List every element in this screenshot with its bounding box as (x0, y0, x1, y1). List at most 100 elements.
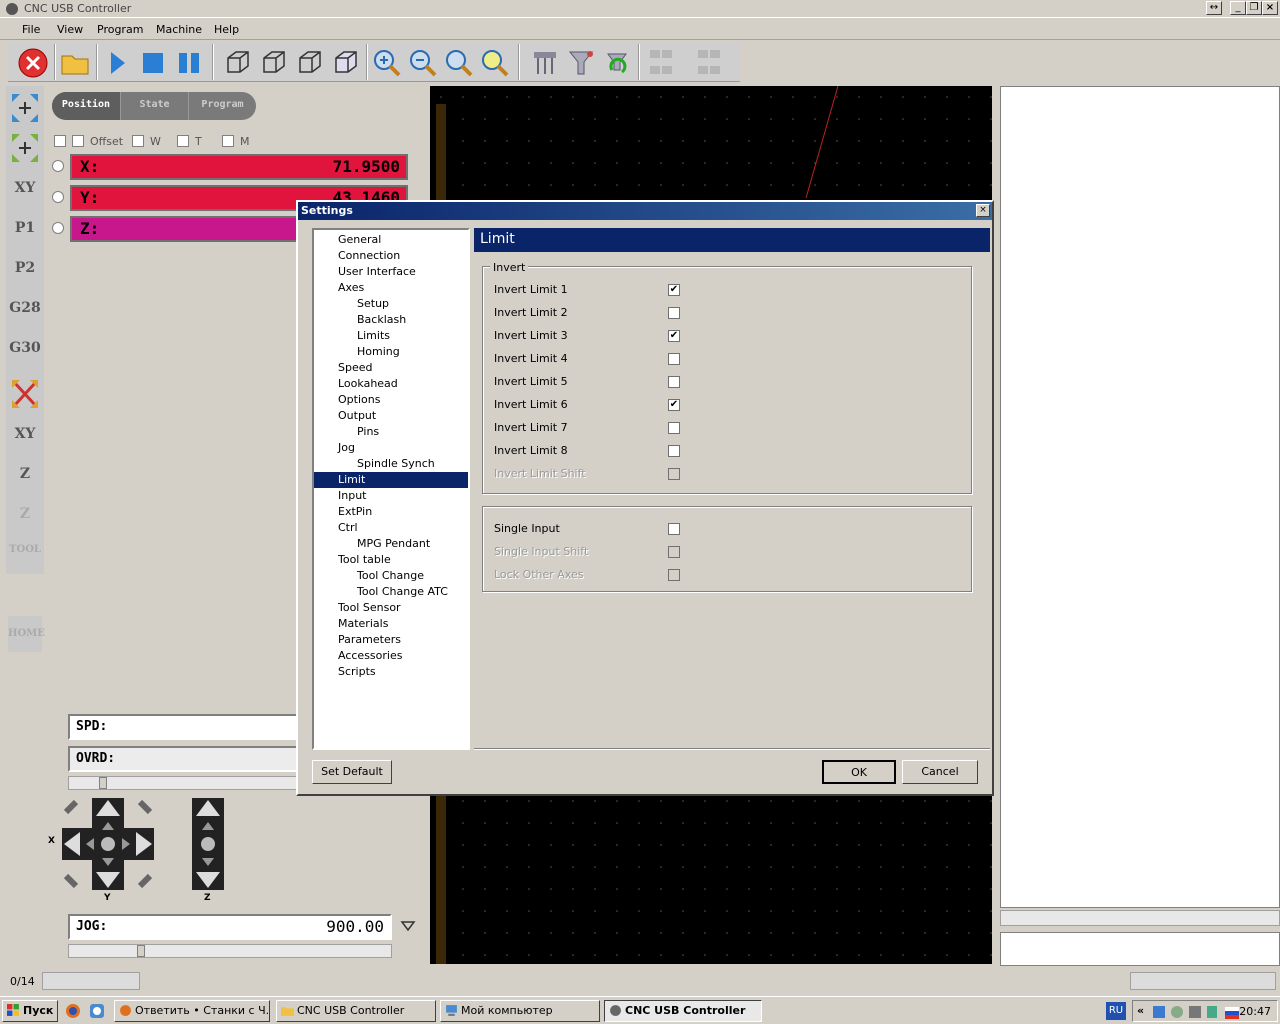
tree-item[interactable]: Options (338, 392, 380, 408)
refresh-icon[interactable] (600, 44, 634, 80)
restore-width-icon[interactable]: ↔ (1206, 1, 1222, 15)
minimize-button[interactable]: _ (1230, 1, 1246, 15)
menu-help[interactable]: Help (214, 23, 239, 36)
goto-p1-button[interactable]: P1 (8, 210, 42, 246)
maximize-button[interactable]: ❐ (1246, 1, 1262, 15)
tab-position[interactable]: Position (52, 92, 120, 120)
goto-g30-button[interactable]: G30 (8, 330, 42, 366)
goto-g28-button[interactable]: G28 (8, 290, 42, 326)
start-button[interactable]: Пуск (2, 1000, 58, 1022)
jog-xy-pad[interactable] (62, 798, 154, 890)
option-checkbox[interactable]: ✔ (668, 284, 680, 296)
axis-x-radio[interactable] (52, 160, 64, 172)
close-button[interactable]: × (1262, 1, 1278, 15)
tab-program[interactable]: Program (188, 92, 256, 120)
zoom-out-icon[interactable] (406, 44, 440, 80)
tree-item[interactable]: Backlash (357, 312, 406, 328)
play-icon[interactable] (100, 44, 134, 80)
set-default-button[interactable]: Set Default (312, 760, 392, 784)
gcode-panel[interactable] (1000, 86, 1280, 908)
jog-speed-slider-thumb[interactable] (137, 945, 145, 957)
override-slider[interactable] (68, 776, 300, 790)
distribute-icon[interactable] (692, 44, 726, 80)
tree-item[interactable]: Input (338, 488, 366, 504)
tool-icon[interactable] (564, 44, 598, 80)
menu-view[interactable]: View (57, 23, 83, 36)
tree-item[interactable]: MPG Pendant (357, 536, 430, 552)
tree-item[interactable]: Axes (338, 280, 364, 296)
tree-item[interactable]: Limits (357, 328, 390, 344)
task-forum[interactable]: Ответить • Станки с Ч... (114, 1000, 270, 1022)
cancel-button[interactable]: Cancel (902, 760, 978, 784)
filter-m-checkbox[interactable] (222, 135, 234, 147)
goto-xy-button[interactable]: XY (8, 170, 42, 206)
ok-button[interactable]: OK (822, 760, 896, 784)
stop-square-icon[interactable] (136, 44, 170, 80)
option-checkbox[interactable] (668, 376, 680, 388)
filter-offset-checkbox[interactable] (72, 135, 84, 147)
menu-file[interactable]: File (22, 23, 40, 36)
settings-tree[interactable]: General Connection User Interface Axes Setup… (312, 228, 470, 750)
tree-item[interactable]: Pins (357, 424, 379, 440)
tree-item[interactable]: Setup (357, 296, 389, 312)
axis-y-radio[interactable] (52, 191, 64, 203)
tree-item[interactable]: Tool Sensor (338, 600, 401, 616)
tree-item[interactable]: Speed (338, 360, 372, 376)
tree-item[interactable]: Parameters (338, 632, 401, 648)
zero-all-icon[interactable] (8, 376, 42, 412)
home-button[interactable]: HOME (8, 616, 45, 652)
zoom-window-icon[interactable] (478, 44, 512, 80)
tree-item[interactable]: Lookahead (338, 376, 398, 392)
tree-item[interactable]: Tool Change ATC (357, 584, 448, 600)
tree-item[interactable]: Homing (357, 344, 400, 360)
option-checkbox[interactable] (668, 445, 680, 457)
tree-item[interactable]: ExtPin (338, 504, 372, 520)
view-iso-icon[interactable] (220, 44, 254, 80)
option-checkbox[interactable] (668, 353, 680, 365)
language-indicator[interactable]: RU (1106, 1002, 1126, 1020)
option-checkbox[interactable] (668, 468, 680, 480)
filter-all-checkbox[interactable] (54, 135, 66, 147)
move-center-icon[interactable] (8, 130, 42, 166)
jog-speed-slider[interactable] (68, 944, 392, 958)
option-checkbox[interactable] (668, 307, 680, 319)
zoom-fit-icon[interactable] (442, 44, 476, 80)
move-origin-icon[interactable] (8, 90, 42, 126)
axis-z-radio[interactable] (52, 222, 64, 234)
task-cnc-app[interactable]: CNC USB Controller (604, 1000, 762, 1022)
settings-icon[interactable] (528, 44, 562, 80)
menu-machine[interactable]: Machine (156, 23, 202, 36)
zero-z-button[interactable]: Z (8, 456, 42, 492)
tree-item[interactable]: Output (338, 408, 376, 424)
goto-p2-button[interactable]: P2 (8, 250, 42, 286)
zero-xy-button[interactable]: XY (8, 416, 42, 452)
tree-item[interactable]: Ctrl (338, 520, 358, 536)
tool-change-button[interactable]: TOOL (8, 532, 42, 568)
view-front-icon[interactable] (256, 44, 290, 80)
tree-item[interactable]: Limit (314, 472, 468, 488)
tree-item[interactable]: Scripts (338, 664, 376, 680)
tray-expand-icon[interactable]: « (1137, 1004, 1144, 1017)
option-checkbox[interactable] (668, 422, 680, 434)
open-folder-icon[interactable] (58, 44, 92, 80)
view-side-icon[interactable] (292, 44, 326, 80)
stop-icon[interactable] (16, 44, 50, 80)
tree-item[interactable]: Tool Change (357, 568, 424, 584)
settings-close-button[interactable]: × (976, 204, 990, 217)
jog-speed-dropdown-icon[interactable] (400, 920, 416, 935)
align-icon[interactable] (644, 44, 678, 80)
tree-item[interactable]: General (338, 232, 381, 248)
tree-item[interactable]: Materials (338, 616, 388, 632)
firefox-icon[interactable] (64, 1002, 82, 1020)
tree-item[interactable]: Jog (338, 440, 355, 456)
option-checkbox[interactable] (668, 523, 680, 535)
tree-item[interactable]: Tool table (338, 552, 391, 568)
option-checkbox[interactable] (668, 546, 680, 558)
override-slider-thumb[interactable] (99, 777, 107, 789)
filter-t-checkbox[interactable] (177, 135, 189, 147)
browser-icon[interactable] (88, 1002, 106, 1020)
tree-item[interactable]: Connection (338, 248, 400, 264)
task-cnc-folder[interactable]: CNC USB Controller (276, 1000, 436, 1022)
option-checkbox[interactable]: ✔ (668, 399, 680, 411)
tray-icons[interactable] (1153, 1004, 1241, 1020)
